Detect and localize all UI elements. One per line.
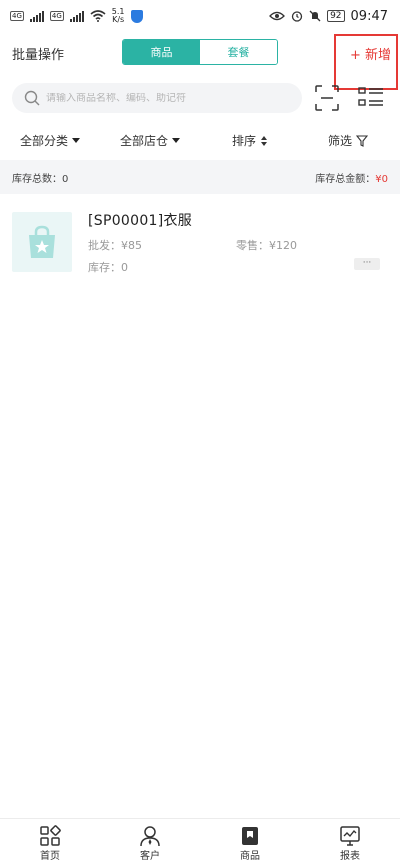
product-icon [242,827,258,845]
tab-packages[interactable]: 套餐 [200,40,277,64]
scan-icon[interactable] [314,84,340,112]
search-input[interactable] [46,92,286,104]
shopping-bag-icon [29,225,55,258]
caret-down-icon [172,138,181,143]
tab-products[interactable]: 商品 [123,40,200,64]
list-view-icon[interactable] [358,86,384,110]
type-segmented-control: 商品 套餐 [122,39,278,65]
signal-icon-1 [29,10,44,22]
stock-label: 库存： [88,261,121,274]
battery-indicator: 92 [327,10,345,22]
tab-products-nav[interactable]: 商品 [200,819,300,866]
eye-icon [269,11,285,21]
total-count-value: 0 [62,173,69,185]
shield-icon [130,9,143,23]
sort-icon [261,135,268,146]
tab-reports[interactable]: 报表 [300,819,400,866]
sort-label: 排序 [232,134,257,148]
retail-price: 零售：¥120 [236,237,297,253]
tab-customers-label: 客户 [140,851,160,862]
retail-label: 零售： [236,239,269,252]
add-new-button[interactable]: + 新增 [350,44,391,63]
network-speed: 5.1 K/s [112,8,125,24]
status-right: 92 09:47 [269,9,388,24]
product-thumbnail [12,212,72,272]
tab-reports-label: 报表 [340,851,360,862]
product-name: [SP00001]衣服 [88,213,193,229]
stock-quantity: 库存：0 [88,259,128,275]
retail-value: ¥120 [269,239,297,252]
total-amount: 库存总金额：¥0 [315,170,388,185]
total-amount-value: ¥0 [375,173,388,185]
tab-products-label: 商品 [240,851,260,862]
warehouse-label: 全部店仓 [120,134,169,148]
batch-operation-button[interactable]: 批量操作 [12,44,64,63]
signal-icon-2 [69,10,84,22]
app-page: 4G 4G 5.1 K/s 92 09:47 批量操作 商品 套餐 + 新增 请… [0,0,400,866]
caret-down-icon [72,138,81,143]
funnel-icon [356,134,369,147]
filter-bar: 全部分类 全部店仓 排序 筛选 [0,126,400,154]
warehouse-dropdown[interactable]: 全部店仓 [120,132,181,149]
sort-button[interactable]: 排序 [232,132,268,149]
search-bar [12,83,302,113]
total-count: 库存总数：0 [12,170,68,185]
status-left: 4G 4G 5.1 K/s [10,8,143,24]
wholesale-label: 批发： [88,239,121,252]
filter-label: 筛选 [328,134,353,148]
home-grid-icon [40,825,61,846]
tab-home-label: 首页 [40,851,60,862]
status-bar: 4G 4G 5.1 K/s 92 09:47 [0,0,400,32]
header: 批量操作 商品 套餐 + 新增 [0,32,400,90]
mute-icon [309,10,321,22]
stock-summary: 库存总数：0 库存总金额：¥0 [0,160,400,194]
total-count-label: 库存总数： [12,173,62,185]
category-dropdown[interactable]: 全部分类 [20,132,81,149]
more-options-button[interactable]: ··· [354,258,380,270]
list-item[interactable]: [SP00001]衣服 批发：¥85 零售：¥120 库存：0 ··· [0,200,400,282]
alarm-icon [291,11,303,22]
tab-home[interactable]: 首页 [0,819,100,866]
stock-value: 0 [121,261,128,274]
category-label: 全部分类 [20,134,69,148]
bottom-tab-bar: 首页 客户 商品 报表 [0,818,400,866]
filter-button[interactable]: 筛选 [328,132,369,149]
speed-unit: K/s [112,15,125,24]
network-tag-2: 4G [49,11,64,21]
status-time: 09:47 [350,8,388,24]
wholesale-price: 批发：¥85 [88,237,142,253]
network-tag-1: 4G [10,11,24,21]
report-icon [340,826,360,846]
total-amount-label: 库存总金额： [315,173,376,185]
tab-customers[interactable]: 客户 [100,819,200,866]
search-icon [24,90,40,106]
wholesale-value: ¥85 [121,239,142,252]
customer-icon [140,826,160,847]
wifi-icon [90,10,106,22]
